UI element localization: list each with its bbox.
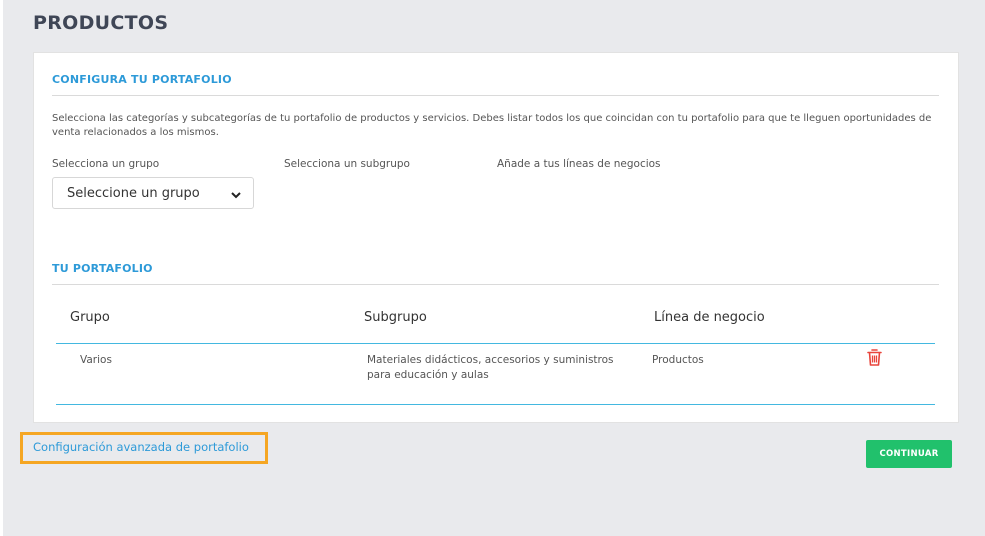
column-header-subgroup: Subgrupo [364,310,427,325]
row-subgroup-line2: para educación y aulas [367,369,489,381]
window-left-edge [0,0,3,536]
trash-icon[interactable] [867,349,882,370]
table-row-divider [56,404,935,405]
portfolio-section-title: TU PORTAFOLIO [52,262,153,275]
column-header-group: Grupo [70,310,110,325]
portfolio-divider [52,284,939,285]
business-lines-label: Añade a tus líneas de negocios [497,158,661,170]
chevron-down-icon [231,188,241,203]
configure-divider [52,95,939,96]
group-select-value: Seleccione un grupo [67,186,200,201]
advanced-link-label: Configuración avanzada de portafolio [33,440,249,454]
table-header-divider [56,343,935,344]
portfolio-card: CONFIGURA TU PORTAFOLIO Selecciona las c… [33,52,959,423]
group-select[interactable]: Seleccione un grupo [52,177,254,209]
configure-description: Selecciona las categorías y subcategoría… [52,113,932,138]
subgroup-label: Selecciona un subgrupo [284,158,410,170]
configure-section-title: CONFIGURA TU PORTAFOLIO [52,73,232,86]
continue-button[interactable]: CONTINUAR [866,440,952,468]
group-label: Selecciona un grupo [52,158,160,170]
row-group: Varios [80,354,112,366]
column-header-business-line: Línea de negocio [654,310,765,325]
advanced-portfolio-config-link[interactable]: Configuración avanzada de portafolio [20,432,268,464]
row-business-line: Productos [652,354,704,366]
page-title: PRODUCTOS [33,12,169,34]
row-subgroup-line1: Materiales didácticos, accesorios y sumi… [367,354,614,366]
